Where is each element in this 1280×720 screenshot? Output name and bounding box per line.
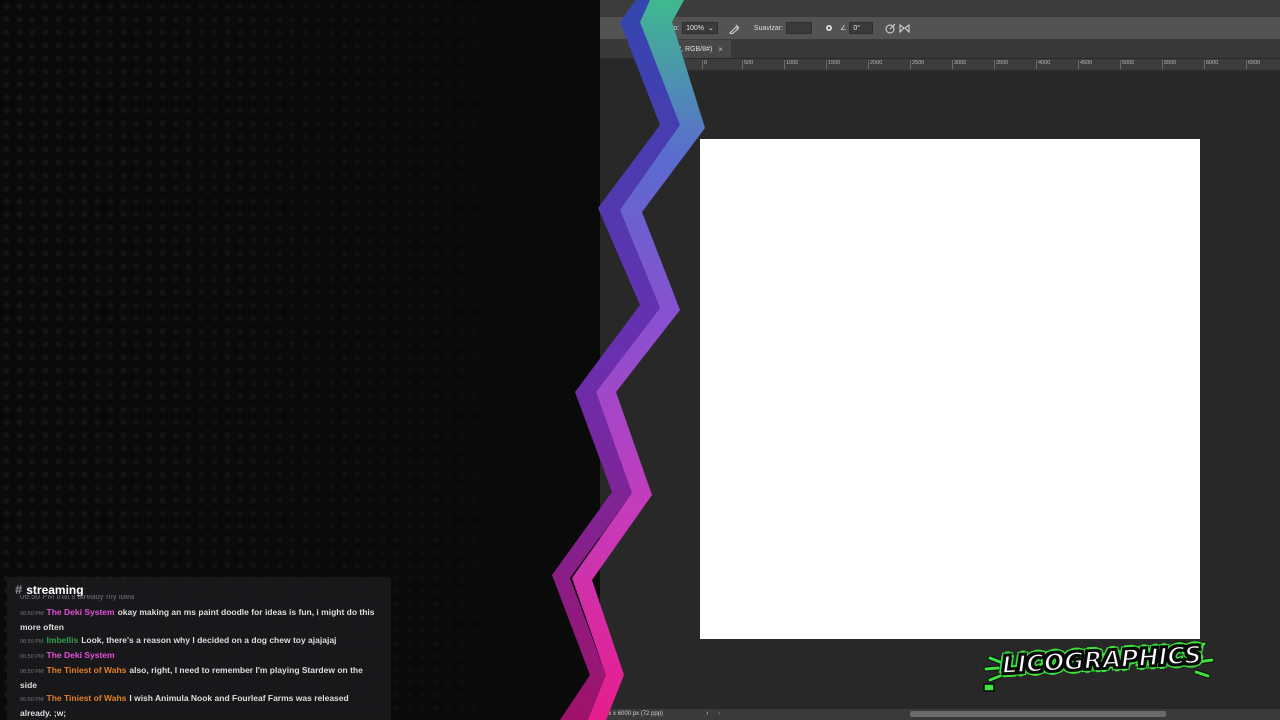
symmetry-icon[interactable] (897, 21, 911, 35)
message-time: 06:50 PM (20, 697, 44, 703)
document-tab[interactable]: % (Capa 2, RGB/8#) × (640, 40, 731, 58)
message-author: The Tiniest of Wahs (46, 665, 127, 675)
ruler-tick: 6000 (1204, 60, 1218, 69)
ruler-tick: 500 (742, 60, 753, 69)
chat-message-list: 06:50 PM The Deki System okay making an ms… (20, 606, 380, 720)
ruler-tick: 1000 (784, 60, 798, 69)
chat-message: 06:50 PM The Tiniest of Wahs also, right, … (20, 664, 380, 692)
ruler-tick: 5500 (1162, 60, 1176, 69)
ruler-tick: 4500 (1078, 60, 1092, 69)
ruler-tick: 5000 (1120, 60, 1134, 69)
options-bar: Flujo: 100% ⌄ Suavizar: ∠ 0° (600, 17, 1280, 40)
ruler-tick: 2500 (910, 60, 924, 69)
angle-value: 0° (853, 24, 861, 32)
message-author: Imbellis (46, 635, 79, 645)
status-bar: 6000 px x 6000 px (72 ppp) › ‹ (590, 709, 1280, 720)
message-author: The Deki System (46, 607, 115, 617)
document-size: 6000 px x 6000 px (72 ppp) (590, 711, 664, 717)
ruler-tick: 6500 (1246, 60, 1260, 69)
licographics-logo: LICOGRAPHICS (980, 640, 1225, 702)
message-author: The Deki System (46, 650, 115, 660)
flow-option: Flujo: 100% ⌄ (662, 22, 718, 34)
ruler-tick: 4000 (1036, 60, 1050, 69)
cut-off-message: 06:50 PM that's already my idea (20, 595, 135, 601)
message-time: 06:50 PM (20, 654, 44, 660)
message-time: 06:50 PM (20, 669, 44, 675)
flow-value: 100% (686, 24, 705, 32)
flow-label: Flujo: (662, 24, 680, 32)
chat-message: 06:50 PM The Tiniest of Wahs I wish Animul… (20, 692, 380, 720)
horizontal-scrollbar[interactable] (910, 711, 1166, 717)
menu-strip (600, 0, 1280, 17)
ruler-tick: 0 (702, 60, 707, 69)
message-time: 06:50 PM (20, 639, 44, 645)
angle-icon: ∠ (840, 25, 847, 32)
smoothing-field[interactable] (786, 22, 813, 34)
message-time: 06:50 PM (20, 611, 44, 617)
document-tab-label: % (Capa 2, RGB/8#) (648, 45, 713, 53)
angle-field[interactable]: 0° (849, 22, 874, 34)
airbrush-icon[interactable] (728, 21, 742, 35)
expand-arrow-icon[interactable]: › (706, 710, 708, 717)
flow-field[interactable]: 100% ⌄ (682, 22, 718, 34)
document-tab-bar: % (Capa 2, RGB/8#) × (600, 40, 1280, 59)
photoshop-window: Flujo: 100% ⌄ Suavizar: ∠ 0° % (Capa 2, … (590, 0, 1280, 720)
horizontal-ruler: 0 500 1000 1500 2000 2500 3000 3500 4000… (672, 59, 1280, 71)
angle-option: ∠ 0° (840, 22, 874, 34)
ruler-tick: 3500 (994, 60, 1008, 69)
close-icon[interactable]: × (718, 45, 723, 54)
message-text: Look, there's a reason why I decided on … (81, 635, 337, 645)
collapse-arrow-icon[interactable]: ‹ (718, 710, 720, 717)
smoothing-option: Suavizar: (753, 22, 813, 34)
ruler-tick: 1500 (826, 60, 840, 69)
chat-message: 06:50 PM The Deki System okay making an ms… (20, 606, 380, 634)
chat-message: 06:50 PM The Deki System (20, 649, 380, 664)
chevron-down-icon[interactable]: ⌄ (708, 24, 714, 32)
chat-overlay: # streaming 06:50 PM that's already my i… (7, 577, 391, 720)
message-author: The Tiniest of Wahs (46, 693, 127, 703)
ruler-tick: 3000 (952, 60, 966, 69)
chat-message: 06:50 PM Imbellis Look, there's a reason w… (20, 634, 380, 649)
pressure-icon[interactable] (883, 21, 897, 35)
gear-icon[interactable] (822, 21, 836, 35)
ruler-tick: 2000 (868, 60, 882, 69)
document-canvas[interactable] (700, 139, 1200, 639)
smoothing-label: Suavizar: (753, 24, 784, 32)
